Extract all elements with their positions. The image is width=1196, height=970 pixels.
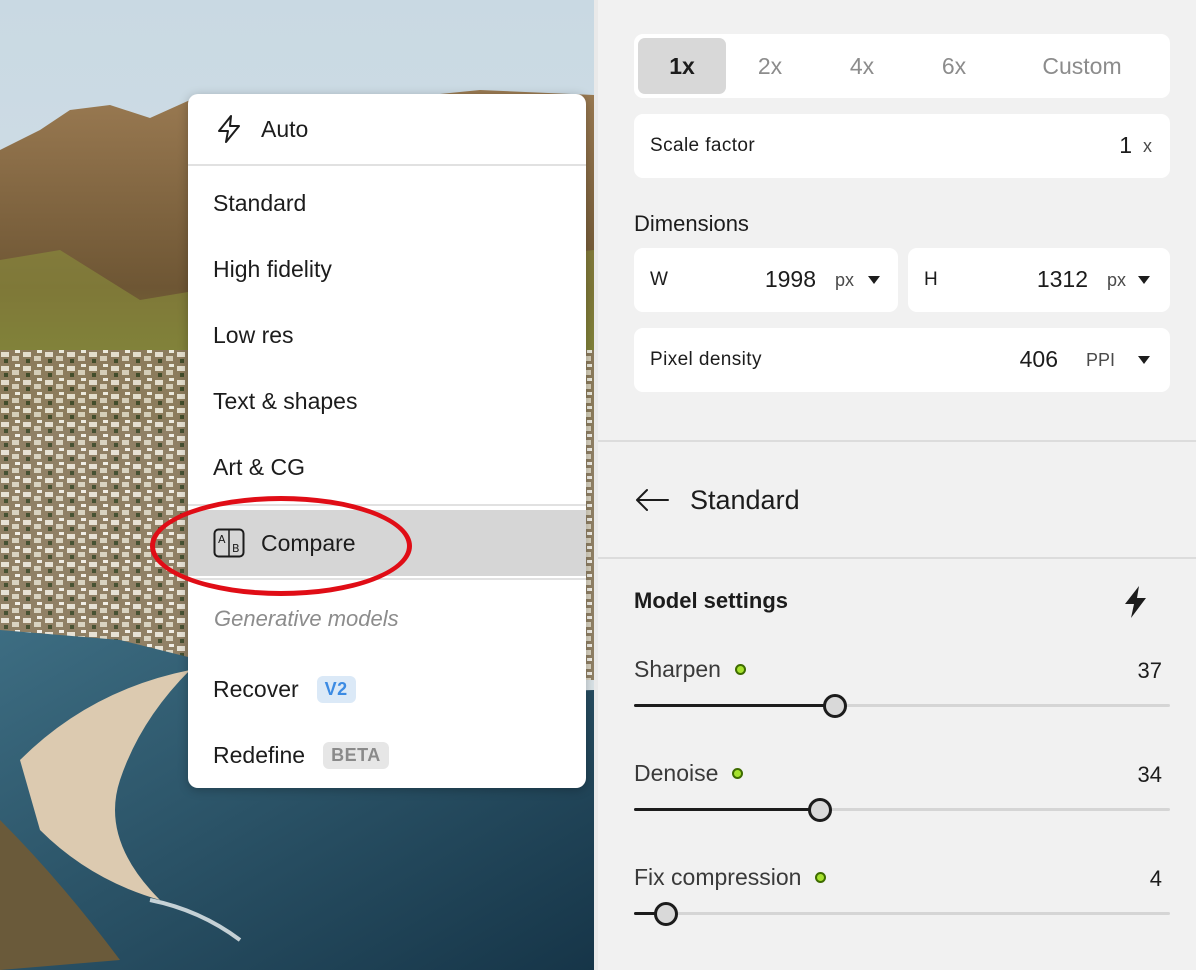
- menu-item-label: Standard: [213, 189, 307, 216]
- sharpen-label: Sharpen: [634, 656, 746, 683]
- scale-option-4x[interactable]: 4x: [814, 38, 910, 94]
- beta-badge: BETA: [323, 741, 389, 769]
- svg-text:A: A: [218, 533, 226, 546]
- menu-item-standard[interactable]: Standard: [188, 170, 586, 236]
- dimensions-title: Dimensions: [634, 211, 749, 236]
- menu-item-text-shapes[interactable]: Text & shapes: [188, 368, 586, 434]
- slider-label-text: Sharpen: [634, 656, 721, 682]
- model-title: Standard: [690, 485, 800, 515]
- menu-item-label: Low res: [213, 321, 294, 348]
- panel-divider: [598, 440, 1196, 442]
- denoise-slider-thumb[interactable]: [808, 798, 833, 822]
- menu-item-recover[interactable]: Recover V2: [188, 656, 586, 722]
- menu-divider: [188, 164, 586, 166]
- pixel-density-value: 406: [1019, 346, 1058, 372]
- sharpen-slider-fill: [634, 704, 836, 707]
- pixel-density-unit: PPI: [1085, 350, 1115, 370]
- height-field[interactable]: H 1312 px: [908, 248, 1170, 312]
- model-settings-title: Model settings: [634, 588, 789, 613]
- menu-item-label: Auto: [261, 115, 309, 142]
- pixel-density-label: Pixel density: [650, 349, 762, 370]
- back-arrow-icon[interactable]: [634, 486, 670, 514]
- height-unit: px: [1106, 270, 1126, 290]
- menu-item-high-fidelity[interactable]: High fidelity: [188, 236, 586, 302]
- menu-item-low-res[interactable]: Low res: [188, 302, 586, 368]
- lightning-icon: [213, 113, 245, 145]
- slider-label-text: Denoise: [634, 760, 719, 786]
- version-badge: V2: [316, 675, 356, 703]
- width-field[interactable]: W 1998 px: [634, 248, 898, 312]
- pixel-density-field[interactable]: Pixel density 406 PPI: [634, 328, 1170, 392]
- scale-option-custom[interactable]: Custom: [998, 38, 1166, 94]
- lightning-icon[interactable]: [1120, 584, 1150, 620]
- scale-segmented-control: 1x 2x 4x 6x Custom: [634, 34, 1170, 98]
- chevron-down-icon[interactable]: [868, 276, 880, 284]
- denoise-label: Denoise: [634, 760, 744, 787]
- menu-item-label: Compare: [261, 529, 356, 556]
- menu-item-auto[interactable]: Auto: [188, 96, 586, 162]
- menu-section-heading: Generative models: [214, 606, 399, 631]
- menu-item-label: Art & CG: [213, 453, 306, 480]
- scale-factor-value: 1: [1119, 132, 1132, 158]
- fix-compression-slider-thumb[interactable]: [654, 902, 679, 926]
- width-unit: px: [834, 270, 854, 290]
- width-label: W: [650, 269, 669, 290]
- denoise-value: 34: [1137, 762, 1162, 787]
- fix-compression-slider-track[interactable]: [634, 912, 1170, 915]
- chevron-down-icon[interactable]: [1138, 276, 1150, 284]
- menu-item-label: Redefine: [213, 741, 306, 768]
- menu-item-art-cg[interactable]: Art & CG: [188, 434, 586, 500]
- fix-compression-label: Fix compression: [634, 864, 827, 891]
- status-dot: [815, 872, 827, 883]
- slider-label-text: Fix compression: [634, 864, 802, 890]
- menu-item-compare[interactable]: A B Compare: [188, 510, 586, 576]
- denoise-slider-fill: [634, 808, 821, 811]
- sharpen-slider-thumb[interactable]: [823, 694, 848, 718]
- height-value: 1312: [1036, 266, 1088, 292]
- status-dot: [732, 768, 744, 779]
- scale-option-2x[interactable]: 2x: [726, 38, 814, 94]
- scale-factor-label: Scale factor: [650, 135, 756, 156]
- menu-item-redefine[interactable]: Redefine BETA: [188, 722, 586, 788]
- menu-item-label: Text & shapes: [213, 387, 358, 414]
- menu-item-label: Recover: [213, 675, 299, 702]
- scale-option-1x[interactable]: 1x: [638, 38, 726, 94]
- scale-option-6x[interactable]: 6x: [910, 38, 998, 94]
- menu-item-label: High fidelity: [213, 255, 332, 282]
- width-value: 1998: [764, 266, 816, 292]
- sharpen-value: 37: [1137, 658, 1162, 683]
- settings-panel: 1x 2x 4x 6x Custom Scale factor 1 x Dime…: [594, 0, 1196, 970]
- chevron-down-icon[interactable]: [1138, 356, 1150, 364]
- height-label: H: [924, 269, 939, 290]
- menu-divider: [188, 504, 586, 506]
- fix-compression-value: 4: [1149, 866, 1162, 891]
- svg-text:B: B: [232, 542, 240, 555]
- panel-divider: [598, 557, 1196, 559]
- scale-factor-unit: x: [1143, 136, 1152, 156]
- menu-divider: [188, 578, 586, 580]
- compare-ab-icon: A B: [213, 527, 245, 559]
- scale-factor-field[interactable]: Scale factor 1 x: [634, 114, 1170, 178]
- status-dot: [734, 664, 746, 675]
- model-dropdown-menu: Auto Standard High fidelity Low res Text…: [188, 94, 586, 788]
